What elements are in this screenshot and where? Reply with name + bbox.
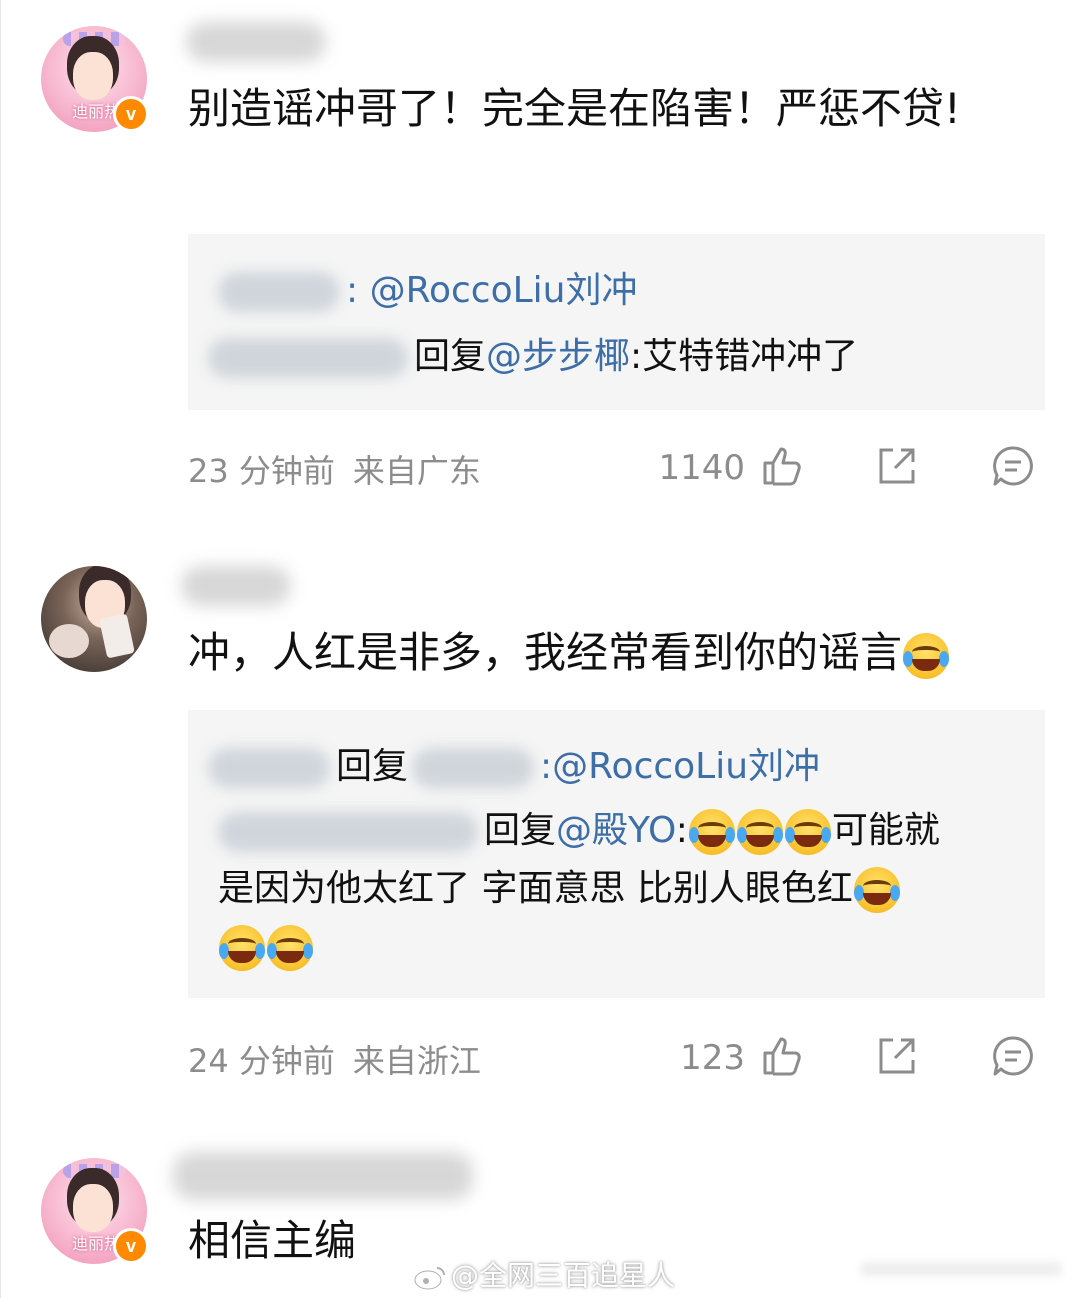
quote-mention[interactable]: @步步椰	[486, 336, 630, 377]
tears-of-joy-emoji	[688, 809, 735, 855]
verified-badge-icon: v	[113, 96, 149, 132]
thumbs-up-icon[interactable]	[759, 444, 803, 488]
comment-time: 23 分钟前	[188, 452, 335, 490]
quote-mention[interactable]: : @RoccoLiu刘冲	[346, 270, 637, 311]
thumbs-up-icon[interactable]	[759, 1034, 803, 1078]
quote-line: : @RoccoLiu刘冲	[218, 266, 637, 316]
avatar-hand	[49, 624, 89, 658]
flower-crown-decoration	[63, 1164, 125, 1178]
username-blurred[interactable]	[412, 748, 535, 788]
tears-of-joy-emoji	[784, 809, 831, 855]
username-blurred[interactable]	[186, 22, 326, 62]
quote-line: 回复@殿YO: 可能就	[218, 806, 940, 856]
bottom-edge-fade	[861, 1262, 1061, 1276]
comment-location: 来自浙江	[352, 1042, 481, 1080]
quote-colon: :	[675, 810, 688, 851]
weibo-logo-icon	[413, 1267, 445, 1290]
username-blurred[interactable]	[218, 272, 340, 312]
quote-line	[218, 922, 314, 972]
avatar[interactable]	[41, 566, 147, 672]
comment-meta: 24 分钟前 来自浙江	[188, 1036, 481, 1082]
username-blurred[interactable]	[181, 566, 291, 606]
quote-text: 可能就	[831, 810, 940, 851]
quote-mention[interactable]: @殿YO	[556, 810, 676, 851]
reply-prefix: 回复	[484, 810, 557, 851]
quote-line: 回复 :@RoccoLiu刘冲	[208, 742, 820, 792]
like-count: 123	[680, 1038, 745, 1078]
flower-crown-decoration	[63, 32, 125, 46]
tears-of-joy-emoji	[853, 867, 900, 913]
quote-line: 是因为他太红了 字面意思 比别人眼色红	[218, 864, 901, 914]
reply-quote-box[interactable]: : @RoccoLiu刘冲 回复@步步椰:艾特错冲冲了	[188, 234, 1045, 410]
tears-of-joy-emoji	[736, 809, 783, 855]
comment-icon[interactable]	[991, 444, 1035, 488]
avatar-card	[99, 613, 135, 659]
tears-of-joy-emoji	[267, 925, 313, 971]
comment-meta: 23 分钟前 来自广东	[188, 446, 481, 492]
comment-text-body: 冲，人红是非多，我经常看到你的谣言	[188, 628, 903, 677]
comment-item: 迪丽热 v 别造谣冲哥了！完全是在陷害！严惩不贷! : @RoccoLiu刘冲 …	[1, 0, 1080, 520]
tears-of-joy-emoji	[219, 925, 265, 971]
quote-text: :艾特错冲冲了	[630, 336, 859, 377]
quote-line: 回复@步步椰:艾特错冲冲了	[208, 332, 858, 382]
comment-feed: 迪丽热 v 别造谣冲哥了！完全是在陷害！严惩不贷! : @RoccoLiu刘冲 …	[0, 0, 1080, 1298]
watermark-text: @全网三百追星人	[451, 1259, 676, 1292]
loudly-crying-emoji	[903, 632, 950, 679]
comment-icon[interactable]	[991, 1034, 1035, 1078]
comment-text: 别造谣冲哥了！完全是在陷害！严惩不贷!	[188, 84, 961, 133]
avatar-face	[73, 52, 113, 100]
watermark: @全网三百追星人	[413, 1254, 675, 1294]
comment-item: 冲，人红是非多，我经常看到你的谣言 回复:@RoccoLiu刘冲 回复@殿YO:…	[1, 540, 1080, 1100]
quote-text: 是因为他太红了 字面意思 比别人眼色红	[218, 868, 853, 909]
reply-prefix: 回复	[414, 336, 487, 377]
comment-text: 冲，人红是非多，我经常看到你的谣言	[188, 620, 1008, 686]
quote-mention[interactable]: :@RoccoLiu刘冲	[540, 746, 820, 787]
share-icon[interactable]	[875, 1034, 919, 1078]
reply-prefix: 回复	[336, 746, 409, 787]
username-blurred[interactable]	[173, 1152, 473, 1200]
username-blurred[interactable]	[218, 812, 478, 852]
avatar-face	[73, 1184, 113, 1232]
username-blurred[interactable]	[208, 338, 408, 378]
comment-location: 来自广东	[352, 452, 481, 490]
share-icon[interactable]	[875, 444, 919, 488]
like-count: 1140	[658, 448, 745, 488]
verified-badge-icon: v	[113, 1228, 149, 1264]
comment-time: 24 分钟前	[188, 1042, 335, 1080]
username-blurred[interactable]	[208, 748, 330, 788]
reply-quote-box[interactable]: 回复:@RoccoLiu刘冲 回复@殿YO: 可能就 是因为他太红了 字面意思 比…	[188, 710, 1045, 998]
